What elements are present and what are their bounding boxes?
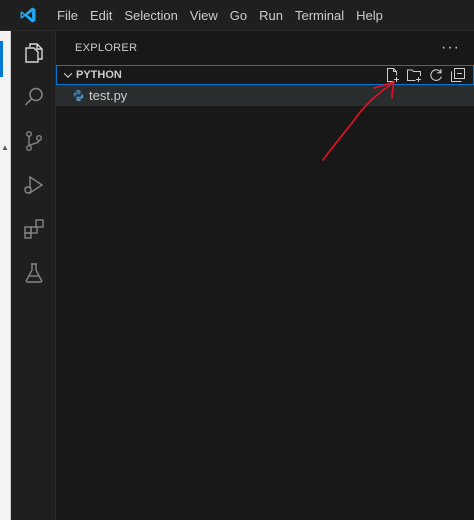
explorer-icon[interactable] xyxy=(11,31,56,75)
menu-help[interactable]: Help xyxy=(350,0,389,30)
extensions-icon[interactable] xyxy=(11,207,56,251)
menu-run[interactable]: Run xyxy=(253,0,289,30)
collapse-all-icon[interactable] xyxy=(447,66,469,84)
run-debug-icon[interactable] xyxy=(11,163,56,207)
python-file-icon xyxy=(70,88,86,104)
folder-name: PYTHON xyxy=(76,69,122,81)
folder-header-python[interactable]: PYTHON xyxy=(56,65,474,85)
vscode-logo-icon xyxy=(19,5,39,25)
title-bar: File Edit Selection View Go Run Terminal… xyxy=(0,0,474,31)
menu-go[interactable]: Go xyxy=(224,0,253,30)
menu-selection[interactable]: Selection xyxy=(118,0,183,30)
explorer-title: EXPLORER xyxy=(75,42,138,54)
file-name: test.py xyxy=(89,88,128,103)
new-folder-icon[interactable] xyxy=(403,66,425,84)
explorer-header: EXPLORER ··· xyxy=(56,31,474,65)
search-icon[interactable] xyxy=(11,75,56,119)
source-control-icon[interactable] xyxy=(11,119,56,163)
folder-actions xyxy=(381,66,469,84)
more-actions-icon[interactable]: ··· xyxy=(441,40,460,56)
chevron-down-icon[interactable] xyxy=(60,67,76,83)
file-row-test-py[interactable]: test.py xyxy=(56,85,474,106)
menu-bar: File Edit Selection View Go Run Terminal… xyxy=(51,0,389,30)
testing-icon[interactable] xyxy=(11,251,56,295)
menu-view[interactable]: View xyxy=(184,0,224,30)
outer-window-edge: ▲ xyxy=(0,31,11,520)
explorer-sidebar: EXPLORER ··· PYTHON test.py xyxy=(56,31,474,520)
menu-edit[interactable]: Edit xyxy=(84,0,118,30)
menu-terminal[interactable]: Terminal xyxy=(289,0,350,30)
caret-up-icon: ▲ xyxy=(1,143,9,152)
outer-accent-bar xyxy=(0,41,3,77)
menu-file[interactable]: File xyxy=(51,0,84,30)
refresh-icon[interactable] xyxy=(425,66,447,84)
activity-bar xyxy=(11,31,56,520)
new-file-icon[interactable] xyxy=(381,66,403,84)
